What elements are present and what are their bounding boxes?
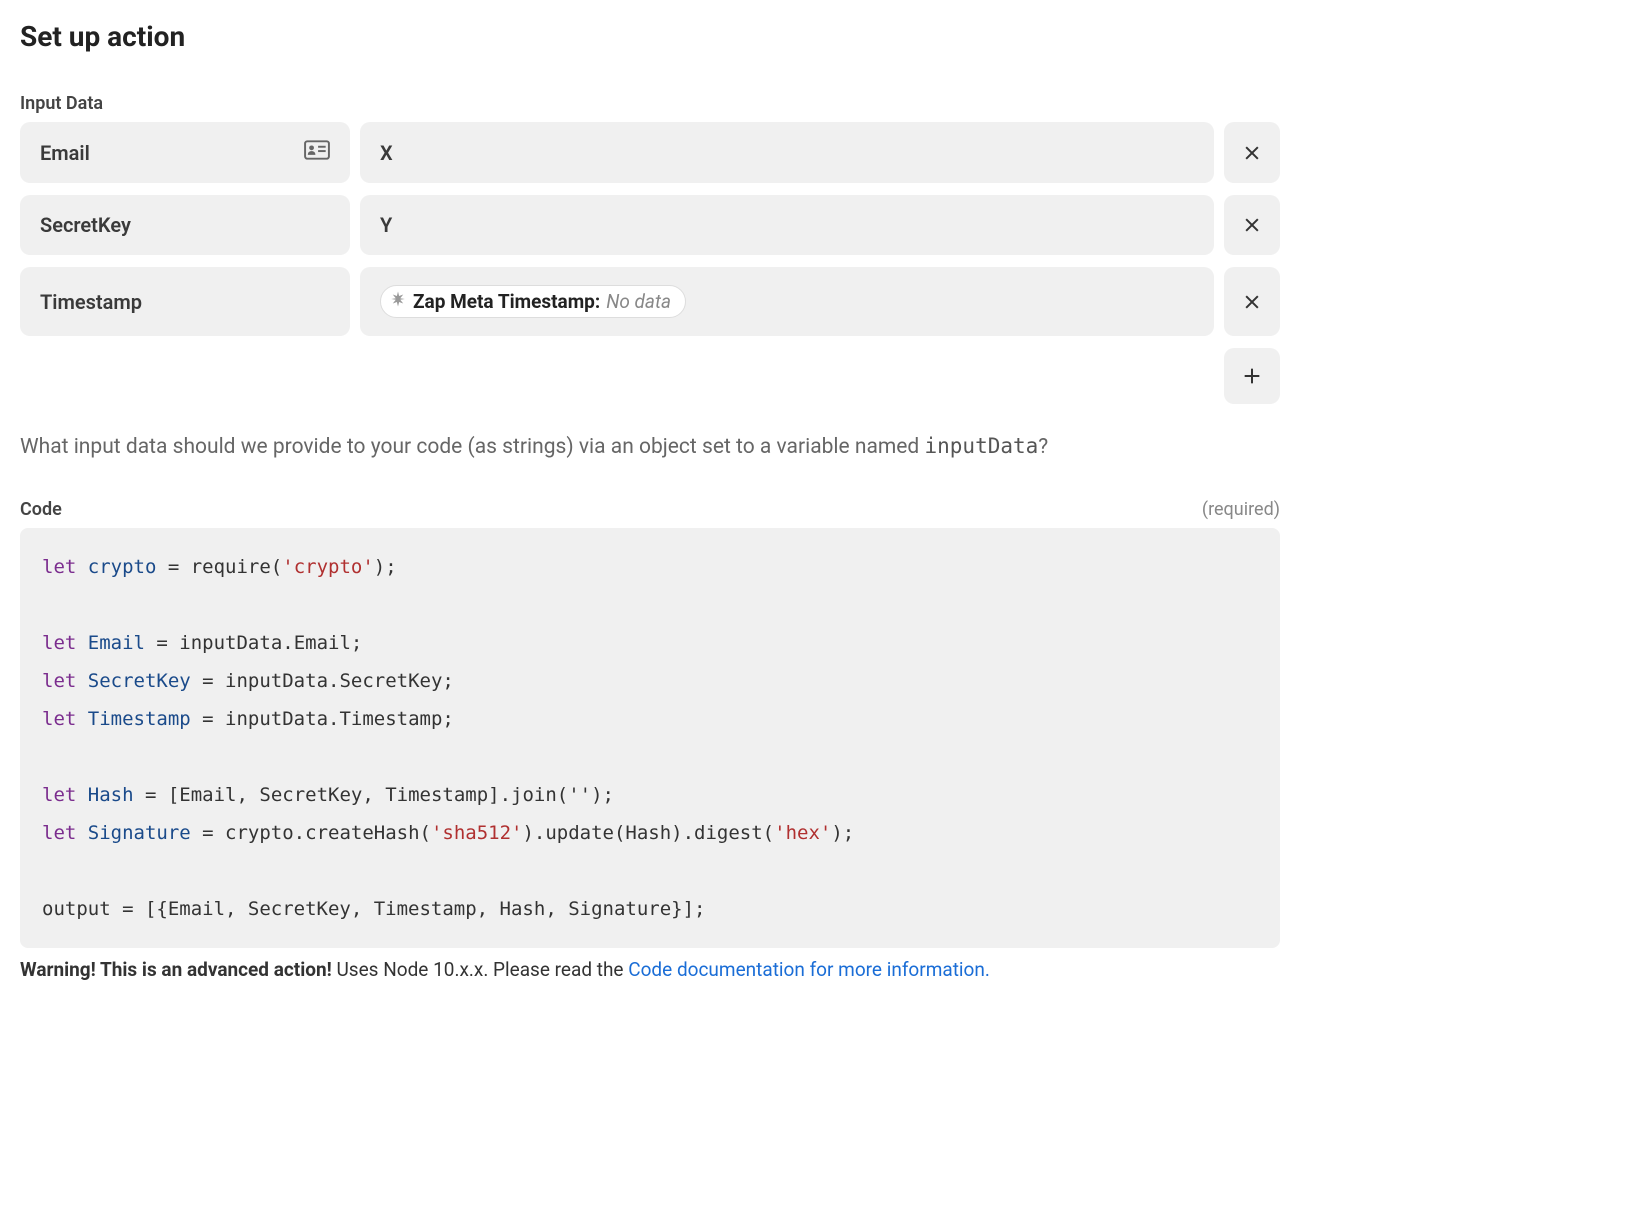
input-key-field[interactable]: Email <box>20 122 350 183</box>
add-input-button[interactable] <box>1224 348 1280 404</box>
zap-icon <box>389 290 407 313</box>
input-row: SecretKey Y <box>20 195 1280 255</box>
code-editor[interactable]: let crypto = require('crypto'); let Emai… <box>20 528 1280 948</box>
input-key-field[interactable]: Timestamp <box>20 267 350 336</box>
input-value-field[interactable]: Zap Meta Timestamp: No data <box>360 267 1214 336</box>
input-key-label: Email <box>40 141 90 165</box>
mapped-field-pill[interactable]: Zap Meta Timestamp: No data <box>380 285 686 318</box>
required-label: (required) <box>1202 499 1280 520</box>
code-label: Code <box>20 499 62 520</box>
input-value-field[interactable]: X <box>360 122 1214 183</box>
plus-icon <box>1241 365 1263 387</box>
remove-input-button[interactable] <box>1224 267 1280 336</box>
input-key-label: Timestamp <box>40 290 142 314</box>
pill-nodata: No data <box>606 290 671 313</box>
code-docs-link[interactable]: Code documentation for more information. <box>628 958 990 981</box>
pill-label: Zap Meta Timestamp: <box>413 290 600 313</box>
remove-input-button[interactable] <box>1224 122 1280 183</box>
input-key-label: SecretKey <box>40 213 131 237</box>
remove-input-button[interactable] <box>1224 195 1280 255</box>
id-card-icon <box>304 140 330 165</box>
close-icon <box>1242 143 1262 163</box>
helper-text: What input data should we provide to you… <box>20 434 1280 459</box>
input-row: Timestamp Zap Meta Timestamp: No data <box>20 267 1280 336</box>
input-value-field[interactable]: Y <box>360 195 1214 255</box>
input-row: Email X <box>20 122 1280 183</box>
close-icon <box>1242 292 1262 312</box>
page-title: Set up action <box>20 20 1280 53</box>
close-icon <box>1242 215 1262 235</box>
footer-warning: Warning! This is an advanced action! Use… <box>20 958 1280 981</box>
input-key-field[interactable]: SecretKey <box>20 195 350 255</box>
input-data-label: Input Data <box>20 93 1280 114</box>
